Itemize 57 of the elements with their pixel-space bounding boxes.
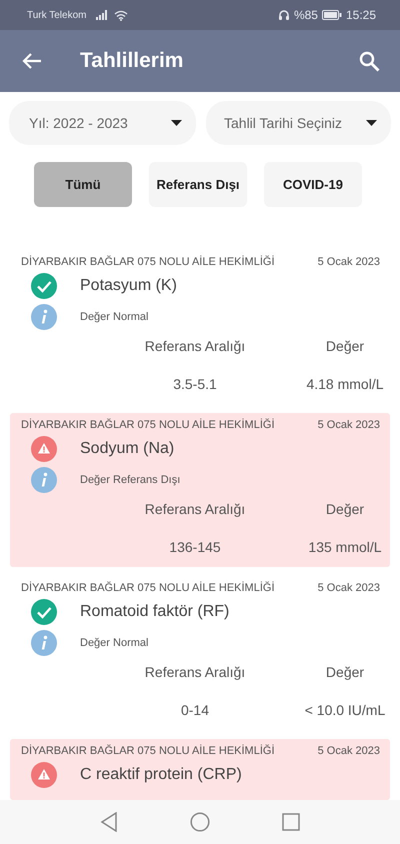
wifi-icon: [114, 10, 128, 20]
battery-icon: [322, 10, 342, 20]
back-icon[interactable]: [100, 812, 118, 832]
result-card[interactable]: DİYARBAKIR BAĞLAR 075 NOLU AİLE HEKİMLİĞİ 5 Ocak 2023 Romatoid faktör (RF) Değer Normal Referans Aralığı Değer 0-14 < 10.0 IU/mL: [10, 576, 390, 730]
info-icon[interactable]: [31, 467, 57, 493]
result-card[interactable]: DİYARBAKIR BAĞLAR 075 NOLU AİLE HEKİMLİĞİ 5 Ocak 2023 Potasyum (K) Değer Normal Referans Aralığı Değer 3.5-5.1 4.18 mmol/L: [10, 250, 390, 404]
column-label: Referans Aralığı: [144, 664, 246, 680]
result-card[interactable]: DİYARBAKIR BAĞLAR 075 NOLU AİLE HEKİMLİĞİ 5 Ocak 2023 Sodyum (Na) Değer Referans Dışı Referans Aralığı Değer 136-145 135 mmol/L: [10, 413, 390, 567]
dropdown-caret-icon: [171, 120, 182, 126]
warning-icon: [31, 436, 57, 462]
check-icon: [31, 273, 57, 299]
back-arrow-icon[interactable]: [22, 52, 42, 70]
test-name: C reaktif protein (CRP): [80, 766, 242, 784]
reference-range: 3.5-5.1: [173, 376, 217, 392]
institution-name: DİYARBAKIR BAĞLAR 075 NOLU AİLE HEKİMLİĞİ: [21, 745, 274, 757]
search-icon[interactable]: [359, 50, 380, 72]
result-value: 135 mmol/L: [308, 539, 382, 555]
result-date: 5 Ocak 2023: [318, 745, 380, 757]
result-date: 5 Ocak 2023: [318, 419, 380, 431]
status-text: Değer Normal: [80, 311, 148, 323]
reference-range: 0-14: [180, 702, 210, 718]
warning-icon: [31, 762, 57, 788]
dropdown[interactable]: Yıl: 2022 - 2023: [9, 101, 196, 145]
filter-chip[interactable]: Tümü: [34, 162, 132, 207]
result-date: 5 Ocak 2023: [318, 582, 380, 594]
result-date: 5 Ocak 2023: [318, 256, 380, 268]
clock: 15:25: [346, 8, 376, 22]
column-label: Değer: [326, 664, 364, 680]
column-label: Referans Aralığı: [144, 501, 246, 517]
screen-title: Tahlillerim: [80, 49, 184, 73]
institution-name: DİYARBAKIR BAĞLAR 075 NOLU AİLE HEKİMLİĞİ: [21, 582, 274, 594]
info-icon[interactable]: [31, 304, 57, 330]
filter-chip[interactable]: Referans Dışı: [149, 162, 247, 207]
column-label: Değer: [326, 501, 364, 517]
test-name: Sodyum (Na): [80, 440, 174, 458]
battery-percent: %85: [294, 8, 318, 22]
result-value: 4.18 mmol/L: [306, 376, 384, 392]
result-value: < 10.0 IU/mL: [304, 702, 386, 718]
status-text: Değer Normal: [80, 637, 148, 649]
column-label: Değer: [326, 338, 364, 354]
status-text: Değer Referans Dışı: [80, 474, 180, 486]
institution-name: DİYARBAKIR BAĞLAR 075 NOLU AİLE HEKİMLİĞİ: [21, 419, 274, 431]
home-icon[interactable]: [190, 812, 210, 832]
test-name: Potasyum (K): [80, 277, 177, 295]
institution-name: DİYARBAKIR BAĞLAR 075 NOLU AİLE HEKİMLİĞİ: [21, 256, 274, 268]
test-name: Romatoid faktör (RF): [80, 603, 230, 621]
headphones-icon: [278, 9, 290, 21]
info-icon[interactable]: [31, 630, 57, 656]
result-card[interactable]: DİYARBAKIR BAĞLAR 075 NOLU AİLE HEKİMLİĞİ 5 Ocak 2023 C reaktif protein (CRP): [10, 739, 390, 800]
check-icon: [31, 599, 57, 625]
reference-range: 136-145: [169, 539, 221, 555]
filter-chip[interactable]: COVID-19: [264, 162, 362, 207]
column-label: Referans Aralığı: [144, 338, 246, 354]
carrier-name: Turk Telekom: [27, 10, 86, 20]
dropdown-caret-icon: [366, 120, 377, 126]
recents-icon[interactable]: [282, 813, 300, 831]
dropdown[interactable]: Tahlil Tarihi Seçiniz: [206, 101, 391, 145]
